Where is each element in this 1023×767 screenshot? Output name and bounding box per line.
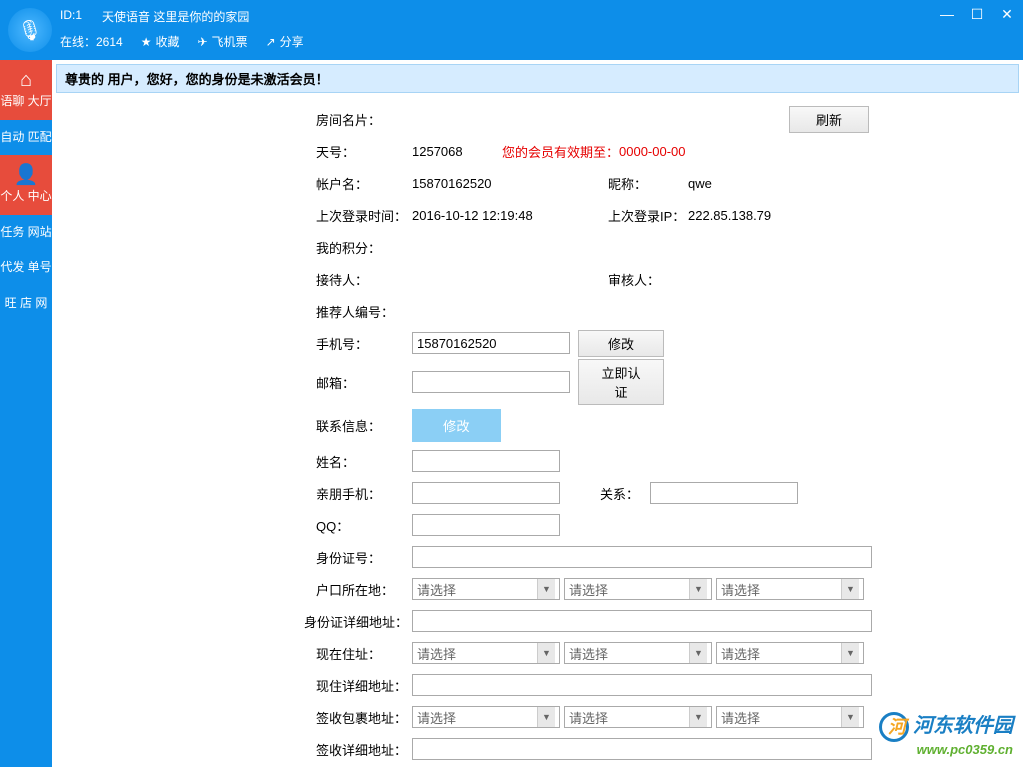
sidebar-item-automatch[interactable]: 自动 匹配 xyxy=(0,120,52,156)
qq-label: QQ： xyxy=(316,516,412,535)
qq-input[interactable] xyxy=(412,514,560,536)
refresh-button[interactable]: 刷新 xyxy=(789,106,869,133)
email-label: 邮箱： xyxy=(316,373,412,392)
minimize-button[interactable]: — xyxy=(939,6,955,23)
titlebar: 🎙 ID:1 天使语音 这里是你的的家园 在线：2614 ★收藏 ✈飞机票 ↗分… xyxy=(0,0,1023,60)
package-district-select[interactable]: 请选择▼ xyxy=(716,706,864,728)
maximize-button[interactable]: ☐ xyxy=(969,6,985,23)
app-title: 天使语音 这里是你的的家园 xyxy=(102,8,249,25)
sidebar-item-task[interactable]: 任务 网站 xyxy=(0,215,52,251)
home-icon: ⌂ xyxy=(20,70,32,90)
last-login-ip-value: 222.85.138.79 xyxy=(688,208,771,223)
person-icon: 👤 xyxy=(14,165,39,185)
points-label: 我的积分： xyxy=(316,238,412,257)
expire-value: 0000-00-00 xyxy=(619,144,686,159)
last-login-ip-label: 上次登录IP： xyxy=(608,206,688,225)
hukou-label: 户口所在地： xyxy=(316,580,412,599)
sidebar-item-dispatch[interactable]: 代发 单号 xyxy=(0,250,52,286)
current-addr-detail-input[interactable] xyxy=(412,674,872,696)
account-label: 帐户名： xyxy=(316,174,412,193)
sidebar-item-lobby[interactable]: ⌂ 语聊 大厅 xyxy=(0,60,52,120)
relative-phone-label: 亲朋手机： xyxy=(316,484,412,503)
id-label: ID:1 xyxy=(60,8,82,25)
name-label: 姓名： xyxy=(316,452,412,471)
online-count: 在线：2614 xyxy=(60,33,123,50)
expire-prefix: 您的会员有效期至： xyxy=(502,142,619,161)
share-icon: ↗ xyxy=(266,35,276,49)
idcard-label: 身份证号： xyxy=(316,548,412,567)
package-province-select[interactable]: 请选择▼ xyxy=(412,706,560,728)
current-addr-label: 现在住址： xyxy=(316,644,412,663)
favorite-link[interactable]: ★收藏 xyxy=(141,33,180,50)
chevron-down-icon: ▼ xyxy=(841,579,859,599)
package-addr-detail-input[interactable] xyxy=(412,738,872,760)
angel-mic-icon: 🎙 xyxy=(17,18,42,43)
name-input[interactable] xyxy=(412,450,560,472)
chevron-down-icon: ▼ xyxy=(841,643,859,663)
close-button[interactable]: ✕ xyxy=(999,6,1015,23)
sidebar-item-shop[interactable]: 旺 店 网 xyxy=(0,286,52,322)
phone-input[interactable] xyxy=(412,332,570,354)
last-login-time-value: 2016-10-12 12:19:48 xyxy=(412,208,608,223)
chevron-down-icon: ▼ xyxy=(537,579,555,599)
sidebar-item-personal[interactable]: 👤 个人 中心 xyxy=(0,155,52,215)
current-city-select[interactable]: 请选择▼ xyxy=(564,642,712,664)
auditor-label: 审核人： xyxy=(608,270,704,289)
tian-value: 1257068 xyxy=(412,144,502,159)
phone-label: 手机号： xyxy=(316,334,412,353)
contact-modify-button[interactable]: 修改 xyxy=(412,409,501,442)
referrer-label: 推荐人编号： xyxy=(316,302,412,321)
email-input[interactable] xyxy=(412,371,570,393)
package-addr-detail-label: 签收详细地址： xyxy=(316,740,412,759)
receiver-label: 接待人： xyxy=(316,270,412,289)
notice-bar: 尊贵的 用户，您好，您的身份是未激活会员！ xyxy=(56,64,1019,93)
relation-label: 关系： xyxy=(600,484,650,503)
verify-button[interactable]: 立即认证 xyxy=(578,359,664,405)
content-area: 尊贵的 用户，您好，您的身份是未激活会员！ 房间名片： 刷新 天号： 12570… xyxy=(52,60,1023,767)
relative-phone-input[interactable] xyxy=(412,482,560,504)
tian-label: 天号： xyxy=(316,142,412,161)
hukou-city-select[interactable]: 请选择▼ xyxy=(564,578,712,600)
star-icon: ★ xyxy=(141,35,152,49)
package-addr-label: 签收包裹地址： xyxy=(316,708,412,727)
hukou-province-select[interactable]: 请选择▼ xyxy=(412,578,560,600)
relation-input[interactable] xyxy=(650,482,798,504)
chevron-down-icon: ▼ xyxy=(537,707,555,727)
nick-label: 昵称： xyxy=(608,174,688,193)
last-login-time-label: 上次登录时间： xyxy=(316,206,412,225)
chevron-down-icon: ▼ xyxy=(689,643,707,663)
share-link[interactable]: ↗分享 xyxy=(266,33,304,50)
idcard-addr-label: 身份证详细地址： xyxy=(304,612,412,631)
idcard-addr-input[interactable] xyxy=(412,610,872,632)
current-province-select[interactable]: 请选择▼ xyxy=(412,642,560,664)
current-addr-detail-label: 现住详细地址： xyxy=(316,676,412,695)
app-logo: 🎙 xyxy=(0,0,60,60)
chevron-down-icon: ▼ xyxy=(689,707,707,727)
airplane-icon: ✈ xyxy=(197,35,207,49)
room-card-label: 房间名片： xyxy=(316,110,412,129)
current-district-select[interactable]: 请选择▼ xyxy=(716,642,864,664)
sidebar: ⌂ 语聊 大厅 自动 匹配 👤 个人 中心 任务 网站 代发 单号 旺 店 网 xyxy=(0,60,52,767)
nick-value: qwe xyxy=(688,176,712,191)
idcard-input[interactable] xyxy=(412,546,872,568)
chevron-down-icon: ▼ xyxy=(689,579,707,599)
airplane-ticket-link[interactable]: ✈飞机票 xyxy=(197,33,247,50)
chevron-down-icon: ▼ xyxy=(537,643,555,663)
chevron-down-icon: ▼ xyxy=(841,707,859,727)
phone-modify-button[interactable]: 修改 xyxy=(578,330,664,357)
contact-label: 联系信息： xyxy=(316,416,412,435)
package-city-select[interactable]: 请选择▼ xyxy=(564,706,712,728)
hukou-district-select[interactable]: 请选择▼ xyxy=(716,578,864,600)
account-value: 15870162520 xyxy=(412,176,608,191)
